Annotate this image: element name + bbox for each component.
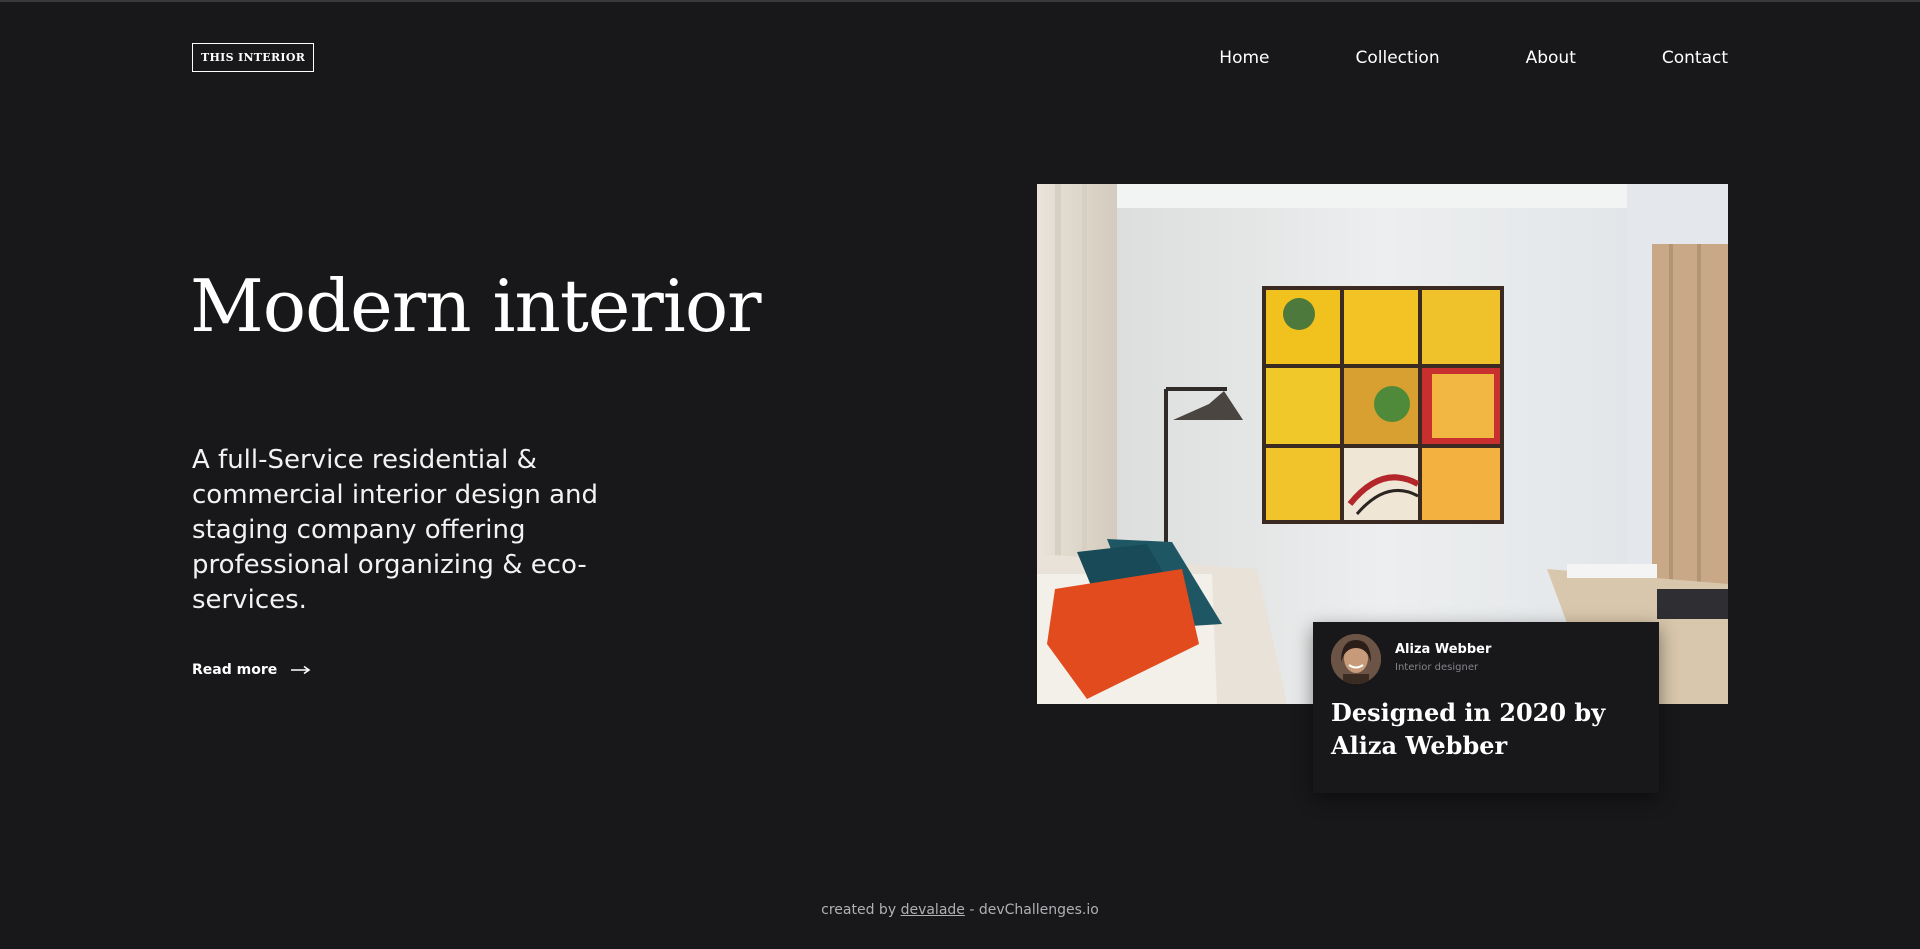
avatar: [1331, 634, 1381, 684]
footer-author-link[interactable]: devalade: [901, 902, 965, 918]
hero-description: A full-Service residential & commercial …: [192, 445, 599, 615]
site-footer: created by devalade - devChallenges.io: [0, 902, 1920, 918]
designer-name: Aliza Webber: [1395, 642, 1492, 657]
footer-prefix: created by: [821, 902, 897, 918]
designer-role: Interior designer: [1395, 662, 1479, 673]
designer-card: Aliza Webber Interior designer Designed …: [1313, 622, 1659, 793]
designer-caption: Designed in 2020 by Aliza Webber: [1331, 698, 1606, 760]
read-more-label: Read more: [192, 662, 278, 678]
main-nav: Home Collection About Contact: [1219, 48, 1728, 68]
nav-home[interactable]: Home: [1219, 48, 1269, 68]
logo[interactable]: THIS INTERIOR: [192, 43, 315, 72]
nav-about[interactable]: About: [1526, 48, 1576, 68]
nav-collection[interactable]: Collection: [1356, 48, 1440, 68]
arrow-right-icon: [291, 665, 311, 675]
footer-suffix: - devChallenges.io: [969, 902, 1099, 918]
hero-title: Modern interior: [190, 264, 762, 348]
nav-contact[interactable]: Contact: [1662, 48, 1728, 68]
read-more-link[interactable]: Read more: [192, 662, 311, 678]
